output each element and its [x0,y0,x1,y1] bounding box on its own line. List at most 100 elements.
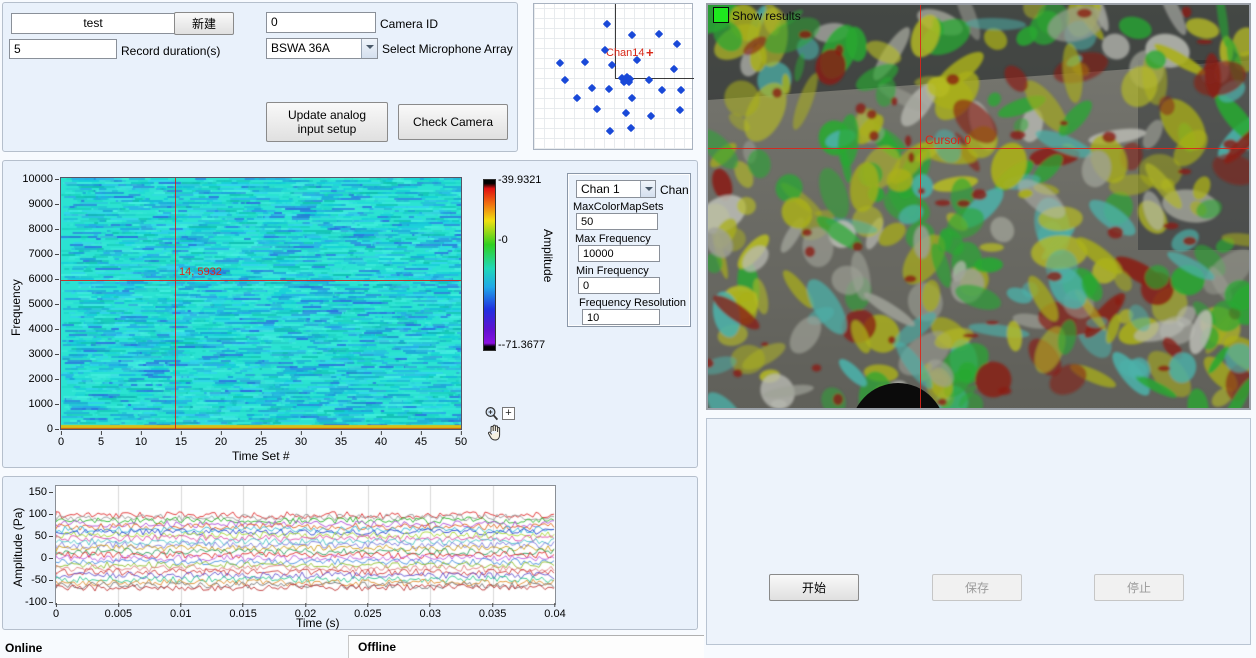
spectrogram-cursor-hline[interactable] [61,280,461,281]
camera-cursor-label: Cursor 0 [925,133,971,147]
chevron-down-icon[interactable] [361,39,377,58]
spectrogram-panel: Frequency 100009000800070006000500040003… [2,160,698,468]
axis-tick-label: -100 [13,596,53,608]
chan-select-value: Chan 1 [581,182,620,196]
camera-cursor-vline[interactable] [920,5,921,410]
array-mic-dot [593,105,601,113]
spectrogram-cursor-label: 14, 5932 [179,266,222,278]
camera-id-label: Camera ID [380,17,438,31]
new-session-button[interactable]: 新建 [174,12,234,35]
array-mic-dot [627,124,635,132]
array-mic-dot [605,85,613,93]
axis-tick-label: 150 [13,486,53,498]
axis-tick-label: 5 [98,431,104,448]
spectrogram-plot[interactable] [61,178,461,429]
array-mic-dot [588,84,596,92]
axis-tick-label: 20 [215,431,227,448]
axis-tick-label: 0.015 [229,603,257,620]
run-control-panel: 开始 保存 停止 [706,418,1251,645]
array-mic-dot [573,94,581,102]
axis-tick-label: 10000 [17,173,59,185]
chan-select[interactable]: Chan 1 [576,180,656,198]
record-duration-label: Record duration(s) [121,44,220,58]
start-button[interactable]: 开始 [769,574,859,601]
mic-array-label: Select Microphone Array [382,42,513,56]
maxcolormapsets-label: MaxColorMapSets [573,201,663,213]
online-status-label: Online [5,641,42,655]
spectrogram-xlabel: Time Set # [232,449,290,463]
axis-tick-label: 35 [335,431,347,448]
axis-tick-label: 0.025 [354,603,382,620]
array-mic-dot [628,94,636,102]
axis-tick-label: 5000 [17,298,59,310]
axis-tick-label: 9000 [17,198,59,210]
array-chan14-cross-marker: + [646,45,654,60]
waveform-xlabel: Time (s) [296,616,340,630]
setup-panel: test 新建 5 Record duration(s) 0 Camera ID… [2,2,518,152]
axis-tick-label: 50 [13,530,53,542]
mic-array-geometry-plot: Chan14 + [533,3,693,150]
axis-tick-label: 7000 [17,248,59,260]
stop-button[interactable]: 停止 [1094,574,1184,601]
record-duration-field[interactable]: 5 [9,39,117,59]
array-mic-dot [658,86,666,94]
zoom-mode-box-icon[interactable]: + [502,407,515,420]
axis-tick-label: -50 [13,574,53,586]
chan-side-label: Chan [660,183,689,197]
colorbar-min-label: --71.3677 [498,339,545,351]
axis-tick-label: 0 [13,552,53,564]
axis-tick-label: 8000 [17,223,59,235]
axis-tick-label: 2000 [17,373,59,385]
camera-cursor-hline[interactable] [708,148,1251,149]
axis-tick-label: 3000 [17,348,59,360]
min-frequency-field[interactable]: 0 [578,277,660,294]
axis-tick-label: 15 [175,431,187,448]
array-mic-dot [677,86,685,94]
spectrogram-cursor-vline[interactable] [175,178,176,429]
array-mic-dot [655,30,663,38]
zoom-magnifier-icon[interactable] [484,406,500,422]
mic-array-select[interactable]: BSWA 36A [266,38,378,59]
axis-tick-label: 1000 [17,398,59,410]
axis-tick-label: 0.01 [170,603,191,620]
channel-settings-panel: Chan 1 Chan MaxColorMapSets 50 Max Frequ… [567,173,691,327]
save-button[interactable]: 保存 [932,574,1022,601]
spectrogram-plot-frame [60,177,462,430]
frequency-resolution-field[interactable]: 10 [582,309,660,325]
axis-tick-label: 50 [455,431,467,448]
pan-hand-icon[interactable] [487,424,502,441]
frequency-resolution-label: Frequency Resolution [579,297,686,309]
max-frequency-field[interactable]: 10000 [578,245,660,262]
axis-tick-label: 0.035 [479,603,507,620]
array-mic-dot [647,112,655,120]
camera-id-field[interactable]: 0 [266,12,376,33]
array-mic-dot [556,59,564,67]
axis-tick-label: 0.005 [105,603,133,620]
colorbar-mid-label: -0 [498,234,508,246]
axis-tick-label: 40 [375,431,387,448]
acoustic-camera-image[interactable]: Cursor 0 Show results [706,3,1251,410]
maxcolormapsets-field[interactable]: 50 [576,213,658,230]
show-results-checkbox[interactable] [713,7,729,23]
array-mic-dot [670,65,678,73]
amplitude-colorbar [483,179,496,351]
array-mic-dot [561,76,569,84]
waveform-panel: Amplitude (Pa) 150100500-50-100 00.0050.… [2,476,698,630]
waveform-plot[interactable] [56,486,555,604]
min-frequency-label: Min Frequency [576,265,649,277]
axis-tick-label: 4000 [17,323,59,335]
axis-tick-label: 25 [255,431,267,448]
dim-overlay [708,5,1251,410]
session-name-field[interactable]: test [11,13,175,34]
check-camera-button[interactable]: Check Camera [398,104,508,140]
axis-tick-label: 10 [135,431,147,448]
array-mic-dot [581,58,589,66]
array-axis-vline [615,4,616,78]
update-analog-input-button[interactable]: Update analog input setup [266,102,388,142]
max-frequency-label: Max Frequency [575,233,651,245]
chevron-down-icon[interactable] [640,181,655,197]
axis-tick-label: 6000 [17,273,59,285]
axis-tick-label: 0.03 [420,603,441,620]
mic-array-value: BSWA 36A [271,41,330,55]
array-mic-dot [676,106,684,114]
